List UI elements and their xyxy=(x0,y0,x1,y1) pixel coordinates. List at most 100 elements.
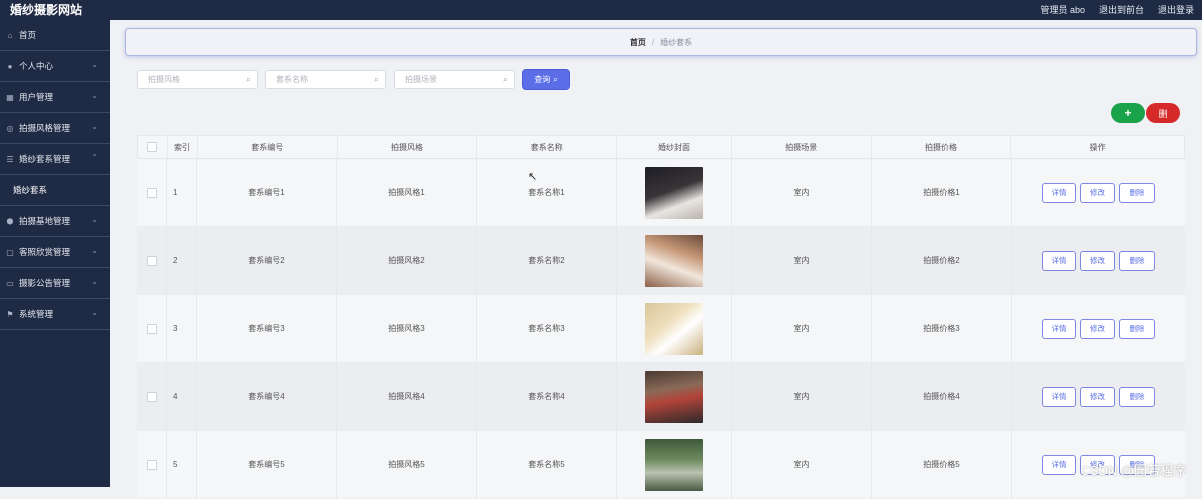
row-name: 套系名称3 xyxy=(477,295,617,362)
row-check-cell xyxy=(137,431,167,498)
chevron-down-icon: ⌄ xyxy=(91,122,98,131)
search-icon: ⌕ xyxy=(373,74,379,84)
back-to-front-link[interactable]: 退出到前台 xyxy=(1099,3,1144,16)
header-price: 拍摄价格 xyxy=(872,135,1012,159)
query-button[interactable]: 查询 ⌕ xyxy=(522,69,570,90)
scene-search-field[interactable]: ⌕ xyxy=(394,70,515,89)
style-search-field[interactable]: ⌕ xyxy=(137,70,258,89)
search-icon: ⌕ xyxy=(245,74,251,84)
app-title: 婚纱摄影网站 xyxy=(10,3,83,17)
mouse-cursor-icon: ↖ xyxy=(528,171,538,183)
row-checkbox[interactable] xyxy=(146,255,157,266)
row-checkbox[interactable] xyxy=(146,187,157,198)
sidebar-item-label: 系统管理 xyxy=(19,309,54,319)
chevron-up-icon: ⌃ xyxy=(91,153,98,162)
main-content: 首页 / 婚纱套系 ⌕ ⌕ ⌕ 查询 ⌕ + 删 索引 套系编号 拍摄风格 套系… xyxy=(110,20,1202,499)
edit-button[interactable]: 修改 xyxy=(1080,182,1115,203)
select-all-checkbox[interactable] xyxy=(147,142,158,152)
table-row: 4 套系编号4 拍摄风格4 套系名称4 室内 拍摄价格4 详情 修改 删除 xyxy=(137,363,1185,431)
sidebar-subitem-packages[interactable]: 婚纱套系 xyxy=(0,175,110,206)
delete-button[interactable]: 删除 xyxy=(1119,386,1155,407)
detail-button[interactable]: 详情 xyxy=(1042,250,1076,271)
sidebar-item-home[interactable]: ⌂ 首页 xyxy=(0,20,110,51)
query-button-label: 查询 xyxy=(534,75,551,84)
row-price: 拍摄价格1 xyxy=(872,159,1012,226)
row-price: 拍摄价格3 xyxy=(872,295,1012,362)
sidebar-item-user-management[interactable]: ▦ 用户管理 ⌄ xyxy=(0,82,110,113)
row-ops: 详情 修改 删除 xyxy=(1012,227,1185,294)
row-photo-cell xyxy=(617,431,732,498)
wedding-photo-thumbnail[interactable] xyxy=(645,166,703,219)
row-checkbox[interactable] xyxy=(146,459,157,470)
row-checkbox[interactable] xyxy=(146,323,157,334)
row-index: 2 xyxy=(167,227,197,294)
chevron-down-icon: ⌄ xyxy=(91,60,98,69)
flag-icon: ⚑ xyxy=(6,309,14,319)
row-code: 套系编号2 xyxy=(197,227,337,294)
wedding-photo-thumbnail[interactable] xyxy=(645,370,703,423)
sidebar-item-notice-management[interactable]: ▭ 摄影公告管理 ⌄ xyxy=(0,268,110,299)
sidebar-item-label: 首页 xyxy=(19,30,37,40)
row-scene: 室内 xyxy=(732,227,872,294)
row-scene: 室内 xyxy=(732,159,872,226)
row-index: 5 xyxy=(167,431,197,498)
name-search-field[interactable]: ⌕ xyxy=(265,70,386,89)
breadcrumb-home[interactable]: 首页 xyxy=(630,37,646,48)
chevron-down-icon: ⌄ xyxy=(91,308,98,317)
row-ops: 详情 修改 删除 xyxy=(1012,159,1185,226)
watermark: CSDN @园若程序 xyxy=(1080,463,1186,478)
row-code: 套系编号4 xyxy=(197,363,337,430)
sidebar-item-system-management[interactable]: ⚑ 系统管理 ⌄ xyxy=(0,299,110,330)
row-scene: 室内 xyxy=(732,431,872,498)
row-ops: 详情 修改 删除 xyxy=(1012,363,1185,430)
header-scene: 拍摄场景 xyxy=(732,135,872,159)
row-price: 拍摄价格2 xyxy=(872,227,1012,294)
detail-button[interactable]: 详情 xyxy=(1042,182,1076,203)
edit-button[interactable]: 修改 xyxy=(1080,250,1115,271)
header-index: 索引 xyxy=(168,135,198,159)
top-bar-actions: 管理员 abo 退出到前台 退出登录 xyxy=(1040,3,1194,16)
delete-button[interactable]: 删除 xyxy=(1119,250,1155,271)
scene-search-input[interactable] xyxy=(403,74,502,85)
edit-button[interactable]: 修改 xyxy=(1080,318,1115,339)
delete-button[interactable]: 删除 xyxy=(1119,182,1155,203)
name-search-input[interactable] xyxy=(274,74,373,85)
detail-button[interactable]: 详情 xyxy=(1042,454,1076,475)
edit-button[interactable]: 修改 xyxy=(1080,386,1115,407)
camera-icon: ◎ xyxy=(6,123,14,133)
sidebar-item-gallery-management[interactable]: ▢ 客照欣赏管理 ⌄ xyxy=(0,237,110,268)
row-photo-cell xyxy=(617,227,732,294)
row-scene: 室内 xyxy=(732,295,872,362)
sidebar-item-base-management[interactable]: ⬢ 拍摄基地管理 ⌄ xyxy=(0,206,110,237)
sidebar-item-personal-center[interactable]: ● 个人中心 ⌄ xyxy=(0,51,110,82)
detail-button[interactable]: 详情 xyxy=(1042,386,1076,407)
row-check-cell xyxy=(137,363,167,430)
row-style: 拍摄风格5 xyxy=(337,431,477,498)
wedding-photo-thumbnail[interactable] xyxy=(645,302,703,355)
row-ops: 详情 修改 删除 xyxy=(1012,295,1185,362)
add-button[interactable]: + xyxy=(1111,103,1145,123)
detail-button[interactable]: 详情 xyxy=(1042,318,1076,339)
table-header: 索引 套系编号 拍摄风格 套系名称 婚纱封面 拍摄场景 拍摄价格 操作 xyxy=(137,135,1185,159)
header-style: 拍摄风格 xyxy=(338,135,478,159)
row-checkbox[interactable] xyxy=(146,391,157,402)
row-name: 套系名称4 xyxy=(477,363,617,430)
header-ops: 操作 xyxy=(1089,142,1106,152)
sidebar-item-style-management[interactable]: ◎ 拍摄风格管理 ⌄ xyxy=(0,113,110,144)
table-row: 1 套系编号1 拍摄风格1 套系名称1 室内 拍摄价格1 详情 修改 删除 xyxy=(137,159,1185,227)
batch-delete-button[interactable]: 删 xyxy=(1146,103,1180,123)
header-code: 套系编号 xyxy=(198,135,338,159)
header-photo: 婚纱封面 xyxy=(617,135,732,159)
sidebar-item-package-management[interactable]: ☰ 婚纱套系管理 ⌃ xyxy=(0,144,110,175)
style-search-input[interactable] xyxy=(146,74,245,85)
sidebar-item-label: 客照欣赏管理 xyxy=(19,247,71,257)
row-price: 拍摄价格5 xyxy=(872,431,1012,498)
row-check-cell xyxy=(137,159,167,226)
delete-button[interactable]: 删除 xyxy=(1119,318,1155,339)
row-code: 套系编号3 xyxy=(197,295,337,362)
wedding-photo-thumbnail[interactable] xyxy=(645,234,703,287)
row-code: 套系编号5 xyxy=(197,431,337,498)
logout-link[interactable]: 退出登录 xyxy=(1158,3,1194,16)
row-price: 拍摄价格4 xyxy=(872,363,1012,430)
wedding-photo-thumbnail[interactable] xyxy=(645,438,703,491)
